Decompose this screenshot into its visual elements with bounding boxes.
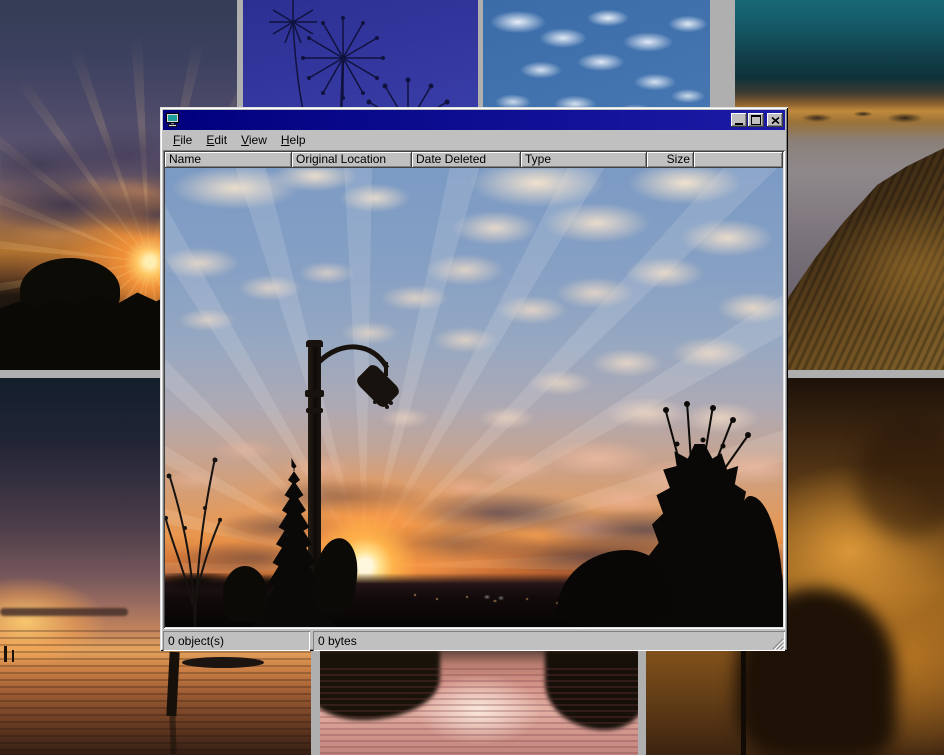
status-object-count: 0 object(s): [163, 631, 310, 651]
wispy-tree-silhouette: [165, 446, 225, 627]
close-button[interactable]: [767, 113, 783, 127]
water-stick: [4, 646, 7, 662]
resize-grip-icon[interactable]: [771, 637, 784, 650]
menu-file[interactable]: File: [167, 131, 200, 149]
column-header-original-location[interactable]: Original Location: [292, 152, 412, 168]
column-header-empty[interactable]: [694, 152, 783, 168]
minimize-icon: [735, 123, 743, 125]
maximize-button[interactable]: [748, 113, 764, 127]
status-size: 0 bytes: [313, 631, 785, 651]
cloud-streak: [0, 608, 128, 616]
bush-silhouette: [223, 566, 267, 622]
column-header-type[interactable]: Type: [521, 152, 647, 168]
column-header-size[interactable]: Size: [647, 152, 694, 168]
lamp-fringe: [373, 400, 377, 404]
minimize-button[interactable]: [731, 113, 747, 127]
list-view: Name Original Location Date Deleted Type…: [163, 150, 785, 629]
street-lamp-sunset-photo: [165, 168, 783, 627]
recycle-bin-window: File Edit View Help Name Original Locati…: [160, 107, 788, 651]
desktop: File Edit View Help Name Original Locati…: [0, 0, 944, 755]
window-controls: [730, 113, 783, 127]
menu-bar: File Edit View Help: [163, 130, 785, 149]
column-header-name[interactable]: Name: [165, 152, 292, 168]
column-header-date-deleted[interactable]: Date Deleted: [412, 152, 521, 168]
water-stick: [12, 650, 14, 662]
water-ripples: [320, 668, 638, 755]
titlebar[interactable]: [163, 110, 785, 130]
menu-view[interactable]: View: [235, 131, 275, 149]
lamp-pole-collar: [306, 408, 323, 413]
column-header-row: Name Original Location Date Deleted Type…: [165, 152, 783, 168]
sandbar-silhouette: [182, 657, 264, 668]
menu-edit[interactable]: Edit: [200, 131, 235, 149]
close-icon: [771, 117, 780, 125]
maximize-icon: [751, 115, 761, 125]
computer-icon[interactable]: [165, 112, 181, 128]
menu-help[interactable]: Help: [275, 131, 314, 149]
blurred-shadow: [856, 418, 944, 538]
status-bar: 0 object(s) 0 bytes: [163, 631, 785, 651]
